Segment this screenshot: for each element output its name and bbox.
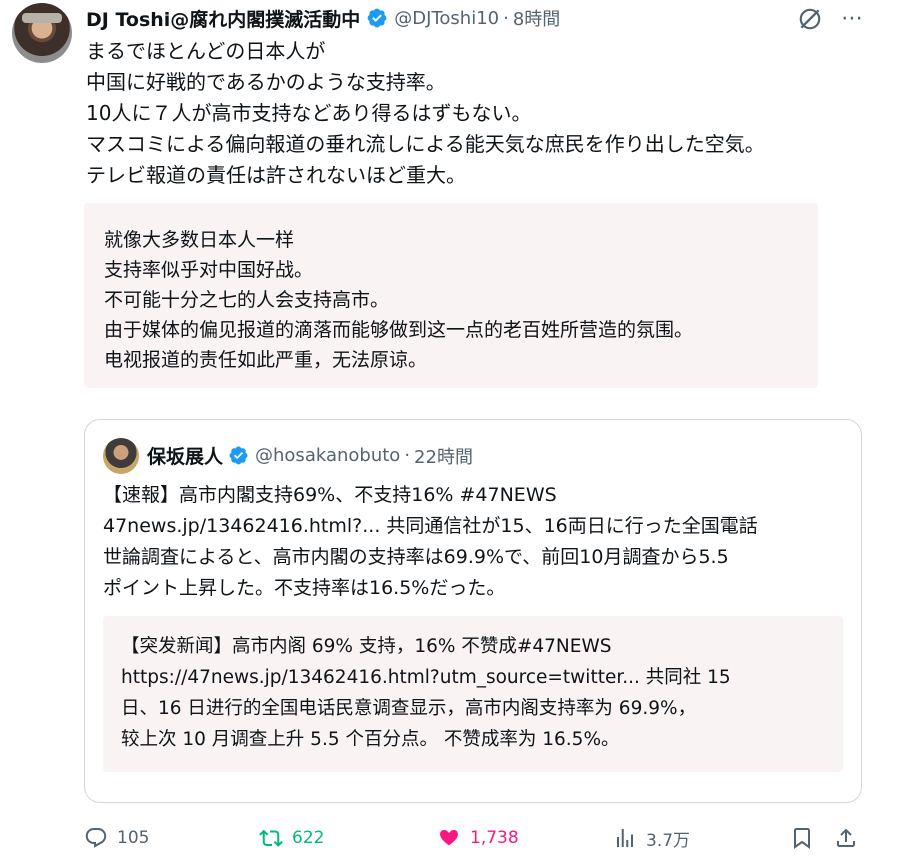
retweet-count: 622 — [292, 828, 325, 848]
quoted-author-handle[interactable]: @hosakanobuto — [255, 445, 400, 466]
more-options-icon[interactable]: ⋯ — [841, 8, 864, 30]
tweet-actions-bar: 105 622 1,738 3.7万 — [84, 818, 874, 858]
like-button[interactable]: 1,738 — [437, 818, 519, 858]
grok-icon[interactable] — [797, 6, 823, 32]
quoted-tweet[interactable]: 保坂展人 @hosakanobuto · 22時間 【速報】高市内閣支持69%、… — [84, 419, 862, 803]
reply-icon — [85, 828, 107, 848]
reply-button[interactable]: 105 — [84, 818, 149, 858]
bookmark-button[interactable] — [790, 818, 814, 858]
share-button[interactable] — [834, 818, 858, 858]
quoted-author-avatar[interactable] — [103, 438, 139, 474]
quoted-tweet-time[interactable]: 22時間 — [414, 443, 473, 469]
top-right-controls: ⋯ — [797, 6, 864, 32]
author-name[interactable]: DJ Toshi@腐れ内閣撲滅活動中 — [86, 5, 360, 32]
quoted-author-name[interactable]: 保坂展人 — [147, 442, 223, 469]
tweet-time[interactable]: 8時間 — [513, 5, 560, 31]
verified-badge-icon — [229, 446, 248, 465]
quoted-tweet-header: 保坂展人 @hosakanobuto · 22時間 — [147, 442, 473, 469]
tweet-header: DJ Toshi@腐れ内閣撲滅活動中 @DJToshi10 · 8時間 — [86, 4, 560, 32]
quoted-tweet-translation: 【突发新闻】高市内阁 69% 支持，16% 不赞成#47NEWS https:/… — [103, 616, 843, 772]
verified-badge-icon — [367, 8, 387, 28]
retweet-button[interactable]: 622 — [259, 818, 324, 858]
author-handle[interactable]: @DJToshi10 — [394, 8, 499, 29]
author-avatar[interactable] — [12, 3, 72, 63]
share-icon — [837, 828, 855, 847]
views-count: 3.7万 — [646, 830, 691, 851]
quoted-tweet-text: 【速報】高市内閣支持69%、不支持16% #47NEWS 47news.jp/1… — [103, 484, 758, 599]
separator-dot: · — [503, 7, 509, 29]
separator-dot: · — [404, 445, 411, 466]
tweet-text: まるでほとんどの日本人が 中国に好戦的であるかのような支持率。 10人に７人が高… — [86, 39, 765, 187]
heart-icon — [440, 829, 458, 846]
tweet-translation: 就像大多数日本人一样 支持率似乎对中国好战。 不可能十分之七的人会支持高市。 由… — [84, 203, 818, 388]
views-chart-icon — [617, 829, 633, 847]
bookmark-icon — [794, 828, 810, 849]
retweet-icon — [259, 829, 283, 847]
like-count: 1,738 — [470, 828, 519, 848]
views-button[interactable]: 3.7万 — [613, 818, 690, 858]
reply-count: 105 — [117, 828, 150, 848]
